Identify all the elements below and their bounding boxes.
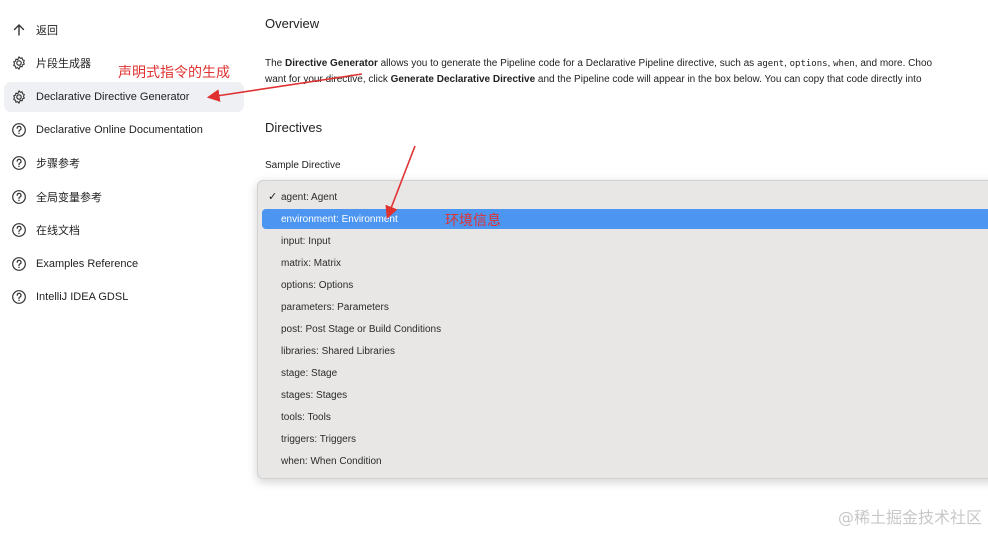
sidebar-item-label: 在线文档 <box>36 225 80 237</box>
dropdown-option-triggers[interactable]: triggers: Triggers <box>262 429 988 449</box>
text: allows you to generate the Pipeline code… <box>377 58 757 69</box>
gear-icon <box>11 89 27 105</box>
sidebar-item-online-docs[interactable]: 在线文档 <box>4 215 244 245</box>
option-label: input: Input <box>281 235 331 247</box>
arrow-up-icon <box>11 22 27 38</box>
main-content: Overview The Directive Generator allows … <box>257 0 988 534</box>
sidebar-item-label: IntelliJ IDEA GDSL <box>36 291 129 303</box>
page: 返回 片段生成器 Declarative Directive Generator… <box>0 0 988 534</box>
dropdown-option-agent[interactable]: ✓ agent: Agent <box>262 187 988 207</box>
dropdown-option-environment[interactable]: environment: Environment <box>262 209 988 229</box>
dropdown-option-stages[interactable]: stages: Stages <box>262 385 988 405</box>
help-circle-icon <box>11 289 27 305</box>
description-line-2: want for your directive, click Generate … <box>265 72 988 88</box>
overview-heading: Overview <box>265 16 320 31</box>
bold-text: Generate Declarative Directive <box>390 74 536 85</box>
sample-directive-dropdown-menu[interactable]: ✓ agent: Agent environment: Environment … <box>257 180 988 479</box>
help-circle-icon <box>11 256 27 272</box>
dropdown-option-parameters[interactable]: parameters: Parameters <box>262 297 988 317</box>
option-label: options: Options <box>281 279 354 291</box>
sidebar-item-label: 返回 <box>36 25 58 37</box>
option-label: stage: Stage <box>281 367 338 379</box>
annotation-directive-generation: 声明式指令的生成 <box>118 65 230 81</box>
dropdown-option-post[interactable]: post: Post Stage or Build Conditions <box>262 319 988 339</box>
description-line-1: The Directive Generator allows you to ge… <box>265 56 988 72</box>
dropdown-option-input[interactable]: input: Input <box>262 231 988 251</box>
sidebar-item-intellij-gdsl[interactable]: IntelliJ IDEA GDSL <box>4 282 244 312</box>
overview-description: The Directive Generator allows you to ge… <box>265 56 988 88</box>
help-circle-icon <box>11 122 27 138</box>
text: and the Pipeline code will appear in the… <box>535 74 922 85</box>
option-label: post: Post Stage or Build Conditions <box>281 323 442 335</box>
dropdown-option-options[interactable]: options: Options <box>262 275 988 295</box>
code-text: when <box>833 59 855 69</box>
sidebar-item-label: Examples Reference <box>36 258 139 270</box>
sidebar-item-label: 步骤参考 <box>36 158 80 170</box>
dropdown-option-libraries[interactable]: libraries: Shared Libraries <box>262 341 988 361</box>
dropdown-option-matrix[interactable]: matrix: Matrix <box>262 253 988 273</box>
sidebar-item-online-documentation[interactable]: Declarative Online Documentation <box>4 115 244 145</box>
help-circle-icon <box>11 155 27 171</box>
annotation-environment-info: 环境信息 <box>445 213 501 229</box>
sidebar-item-label: Declarative Directive Generator <box>36 91 190 103</box>
option-label: triggers: Triggers <box>281 433 357 445</box>
bold-text: Directive Generator <box>285 58 378 69</box>
sample-directive-label: Sample Directive <box>265 160 341 171</box>
text: want for your directive, click <box>265 74 391 85</box>
dropdown-option-when[interactable]: when: When Condition <box>262 451 988 471</box>
sidebar-item-label: 片段生成器 <box>36 58 91 70</box>
directives-heading: Directives <box>265 120 323 135</box>
option-label: libraries: Shared Libraries <box>281 345 395 357</box>
sidebar-item-examples-reference[interactable]: Examples Reference <box>4 249 244 279</box>
option-label: parameters: Parameters <box>281 301 389 313</box>
text: , and more. Choo <box>854 58 933 69</box>
sidebar-item-global-variables[interactable]: 全局变量参考 <box>4 182 244 212</box>
dropdown-option-tools[interactable]: tools: Tools <box>262 407 988 427</box>
option-label: tools: Tools <box>281 411 331 423</box>
gear-icon <box>11 55 27 71</box>
sidebar-item-declarative-directive-generator[interactable]: Declarative Directive Generator <box>4 82 244 112</box>
sidebar-item-label: Declarative Online Documentation <box>36 124 203 136</box>
checkmark-icon: ✓ <box>268 191 278 203</box>
watermark: @稀土掘金技术社区 <box>837 508 982 527</box>
text: The <box>265 58 286 69</box>
help-circle-icon <box>11 189 27 205</box>
dropdown-option-stage[interactable]: stage: Stage <box>262 363 988 383</box>
option-label: agent: Agent <box>281 191 338 203</box>
code-text: agent <box>756 59 785 69</box>
sidebar-item-label: 全局变量参考 <box>36 192 102 204</box>
code-text: options <box>789 59 828 69</box>
option-label: environment: Environment <box>281 213 398 225</box>
option-label: when: When Condition <box>281 455 382 467</box>
option-label: matrix: Matrix <box>281 257 341 269</box>
sidebar-item-back[interactable]: 返回 <box>4 15 244 45</box>
help-circle-icon <box>11 222 27 238</box>
sidebar-item-steps-reference[interactable]: 步骤参考 <box>4 148 244 178</box>
option-label: stages: Stages <box>281 389 348 401</box>
